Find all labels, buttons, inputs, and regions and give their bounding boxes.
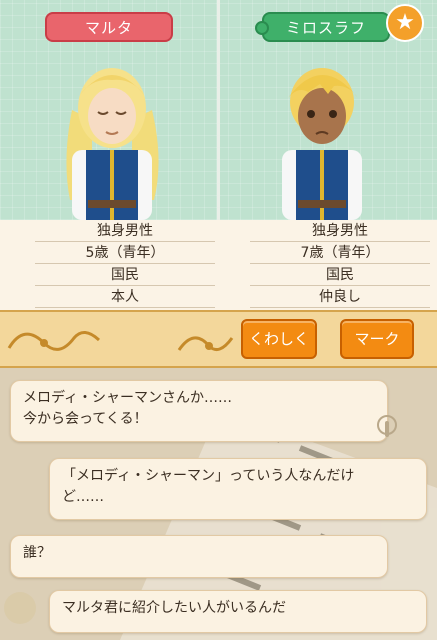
dialog-bubble-2: 「メロディ・シャーマン」っていう人なんだけ ど…… [49,458,427,520]
right-info-relation: 仲良し [250,286,430,308]
right-info: 独身男性 7歳（青年） 国民 仲良し [250,220,430,308]
left-info-relation: 本人 [35,286,215,308]
left-info-class: 国民 [35,264,215,286]
ornament-left [7,331,234,352]
name-pill-dot [255,21,269,35]
right-info-class: 国民 [250,264,430,286]
star-icon[interactable]: ★ [386,4,424,42]
dialog-text-2a: 「メロディ・シャーマン」っていう人なんだけ [62,468,355,484]
dialog-text-2b: ど…… [62,489,104,505]
dialog-text-1a: メロディ・シャーマンさんか…… [23,390,233,406]
character-marta [66,68,159,220]
right-info-age: 7歳（青年） [250,242,430,264]
dialog-bubble-1: メロディ・シャーマンさんか…… 今から会ってくる！ [10,380,388,442]
left-info-age: 5歳（青年） [35,242,215,264]
dialog-bubble-3: 誰？ [10,535,388,578]
right-name-label: ミロスラフ [255,12,390,42]
dialog-text-1b: 今から会ってくる！ [23,411,148,427]
left-info-status: 独身男性 [35,220,215,242]
dialog-text-4: マルタ君に紹介したい人がいるんだ [62,600,286,616]
right-info-status: 独身男性 [250,220,430,242]
character-miroslav [282,68,362,220]
left-info: 独身男性 5歳（青年） 国民 本人 [35,220,215,308]
info-panel: 独身男性 5歳（青年） 国民 本人 独身男性 7歳（青年） 国民 仲良し [0,220,437,310]
detail-button[interactable]: くわしく [241,319,317,359]
tap-hand-icon[interactable] [372,413,402,443]
dialog-bubble-4: マルタ君に紹介したい人がいるんだ [49,590,427,633]
right-name-text: ミロスラフ [285,19,366,37]
left-name-label: マルタ [45,12,173,42]
dialog-text-3: 誰？ [23,545,51,561]
mark-button[interactable]: マーク [340,319,414,359]
